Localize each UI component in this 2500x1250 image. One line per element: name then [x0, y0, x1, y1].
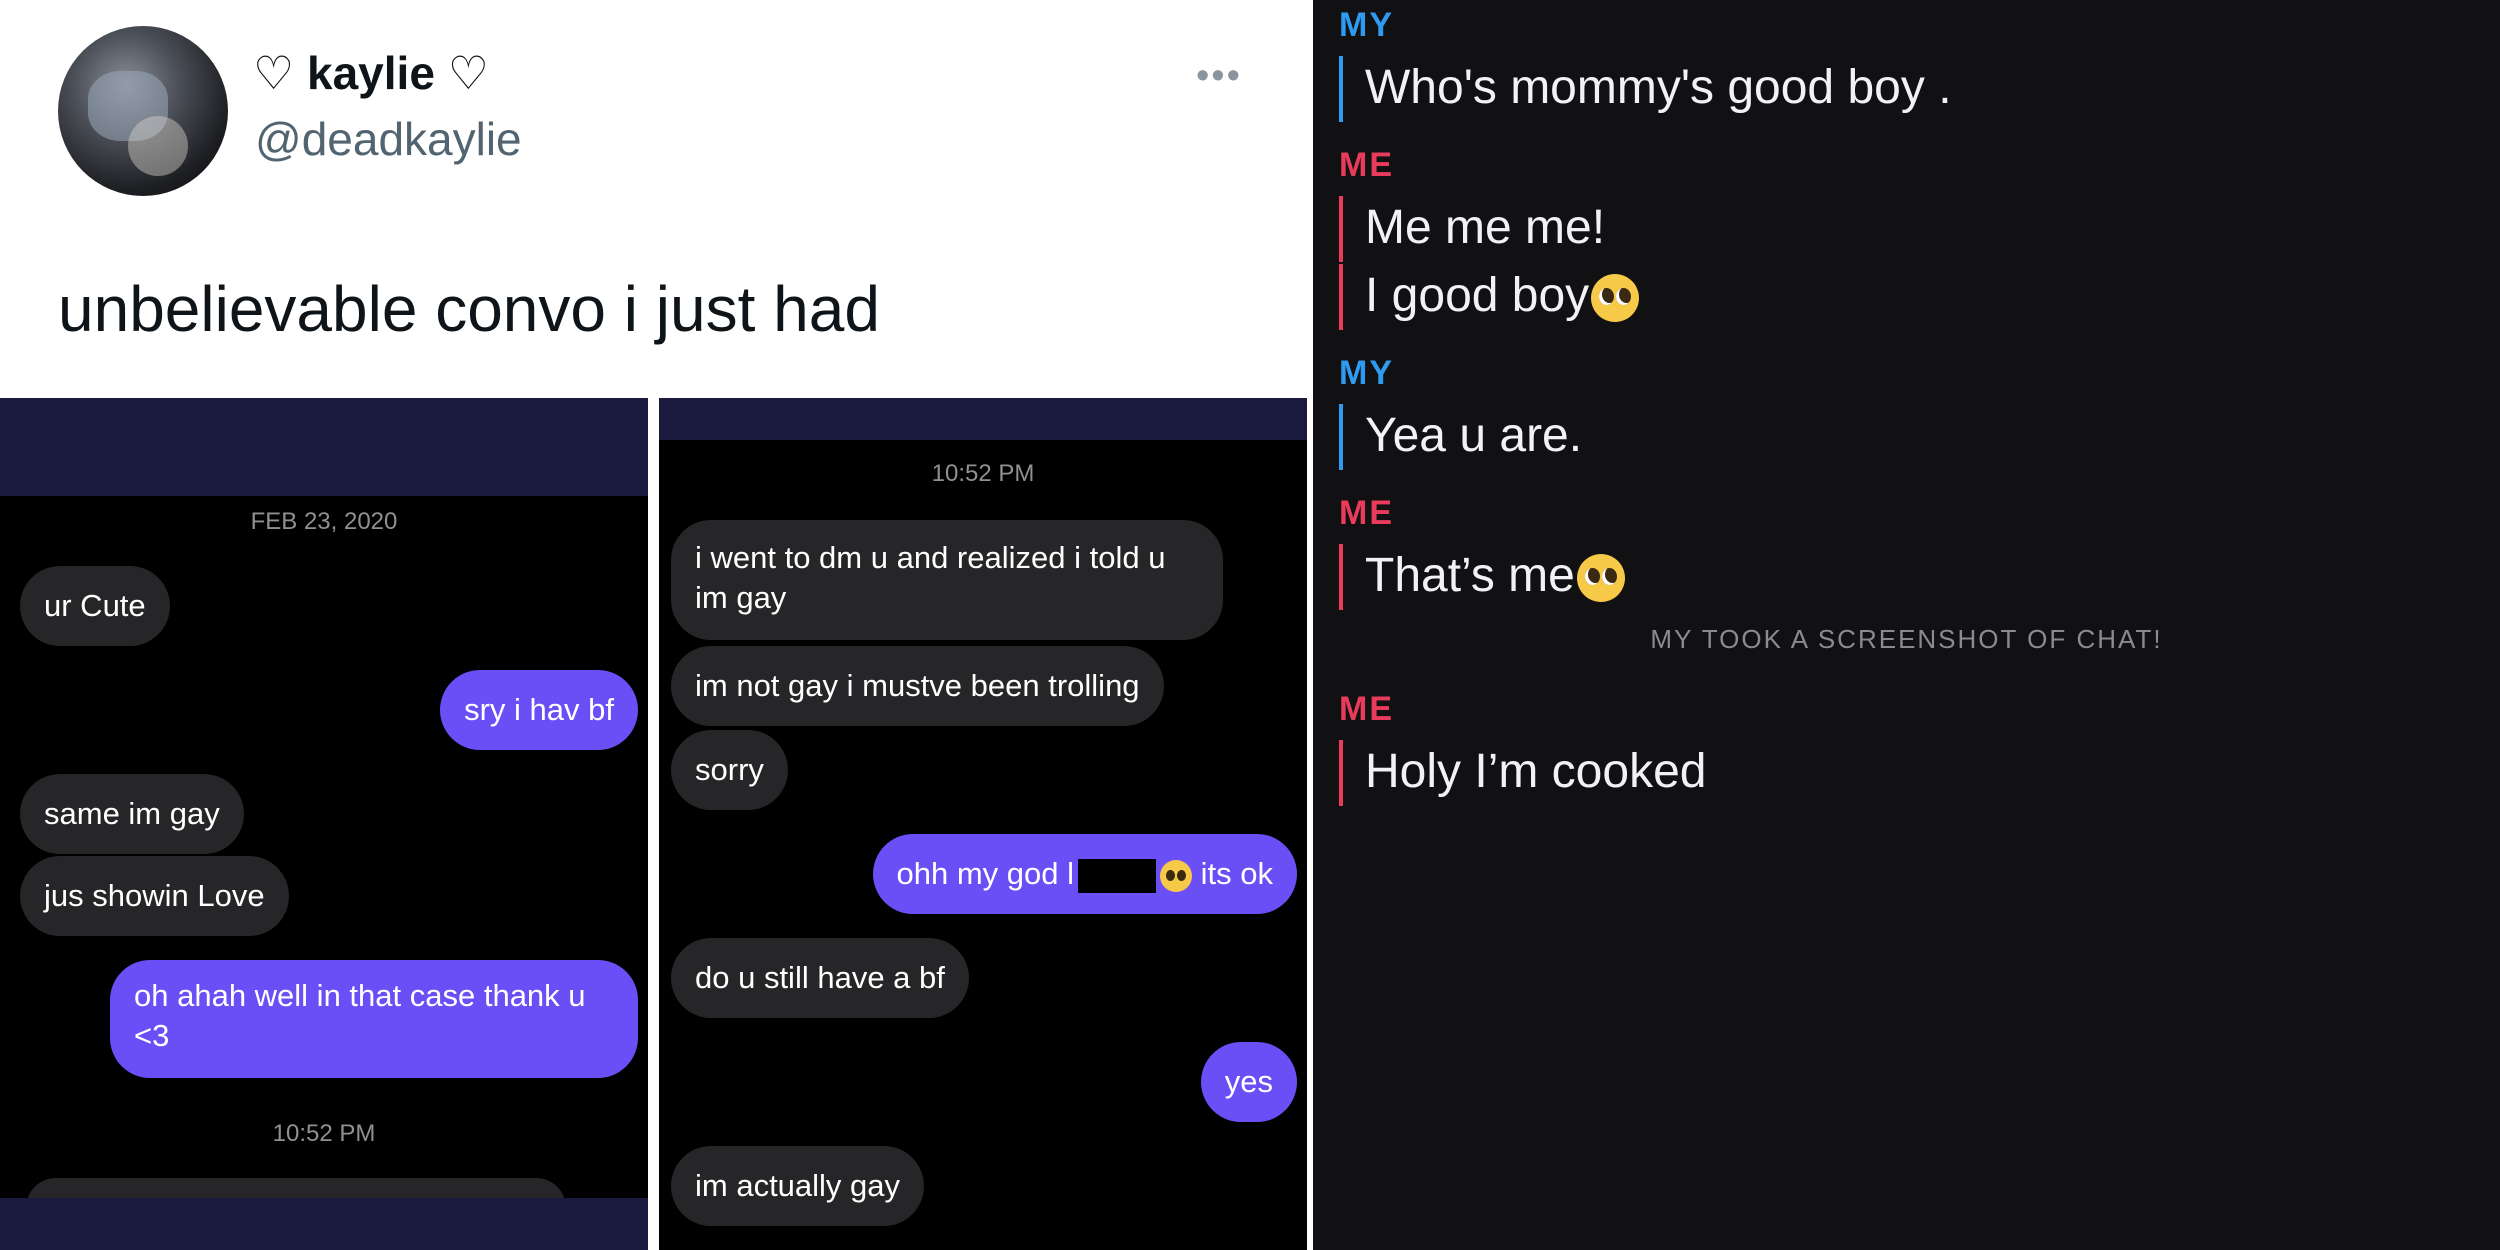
- pleading-face-icon: [1591, 274, 1640, 323]
- chat-message[interactable]: Me me me!: [1339, 196, 1605, 262]
- avatar[interactable]: [58, 26, 228, 196]
- attached-image-2[interactable]: 10:52 PM i went to dm u and realized i t…: [659, 398, 1307, 1250]
- header-bar: [659, 398, 1307, 440]
- message-text: ohh my god l: [896, 856, 1075, 891]
- redaction-bar: [1078, 858, 1157, 893]
- tweet-text: unbelievable convo i just had: [58, 273, 880, 345]
- time-stamp: 10:52 PM: [931, 460, 1035, 487]
- sender-label: MY: [1339, 6, 1394, 44]
- message-bubble: ohh my god l its ok: [872, 834, 1297, 914]
- chat-message[interactable]: I good boy: [1339, 264, 1640, 330]
- emoji-icon: [1160, 859, 1193, 892]
- user-handle[interactable]: @deadkaylie: [255, 112, 522, 166]
- message-bubble: sry i hav bf: [440, 670, 638, 750]
- chat-message[interactable]: Who's mommy's good boy .: [1339, 56, 1952, 122]
- header-bar: [0, 398, 648, 496]
- chat-message[interactable]: That’s me: [1339, 544, 1625, 610]
- sender-label: ME: [1339, 146, 1394, 184]
- tweet-card: ♡ kaylie ♡ @deadkaylie ••• unbelievable …: [0, 0, 1307, 1250]
- chat-screenshot: MY Who's mommy's good boy . ME Me me me!…: [1313, 0, 2500, 1250]
- message-bubble: ur Cute: [20, 566, 170, 646]
- chat-message-text: I good boy: [1365, 269, 1590, 322]
- message-bubble: sorry: [671, 730, 788, 810]
- screenshot-notice: MY TOOK A SCREENSHOT OF CHAT!: [1650, 624, 2163, 654]
- footer-bar: [0, 1198, 648, 1250]
- message-bubble: yes: [1200, 1042, 1297, 1122]
- message-bubble: oh ahah well in that case thank u <3: [110, 960, 638, 1078]
- message-bubble: im not gay i mustve been trolling: [671, 646, 1164, 726]
- pleading-face-icon: [1576, 554, 1625, 603]
- message-bubble: im actually gay: [671, 1146, 925, 1226]
- message-bubble: same im gay: [20, 774, 244, 854]
- attached-image-1[interactable]: FEB 23, 2020 ur Cute sry i hav bf same i…: [0, 398, 648, 1250]
- sender-label: MY: [1339, 354, 1394, 392]
- chat-message-text: That’s me: [1365, 549, 1575, 602]
- message-bubble: do u still have a bf: [671, 938, 969, 1018]
- message-bubble: i went to dm u and realized i told u im …: [671, 520, 1223, 640]
- sender-label: ME: [1339, 690, 1394, 728]
- time-stamp: 10:52 PM: [272, 1120, 376, 1147]
- message-bubble: jus showin Love: [20, 856, 289, 936]
- date-stamp: FEB 23, 2020: [250, 508, 398, 535]
- message-text: its ok: [1200, 856, 1273, 891]
- sender-label: ME: [1339, 494, 1394, 532]
- more-options-icon[interactable]: •••: [1196, 55, 1242, 98]
- chat-message[interactable]: Holy I’m cooked: [1339, 740, 1706, 806]
- display-name[interactable]: ♡ kaylie ♡: [253, 46, 489, 100]
- chat-message[interactable]: Yea u are.: [1339, 404, 1582, 470]
